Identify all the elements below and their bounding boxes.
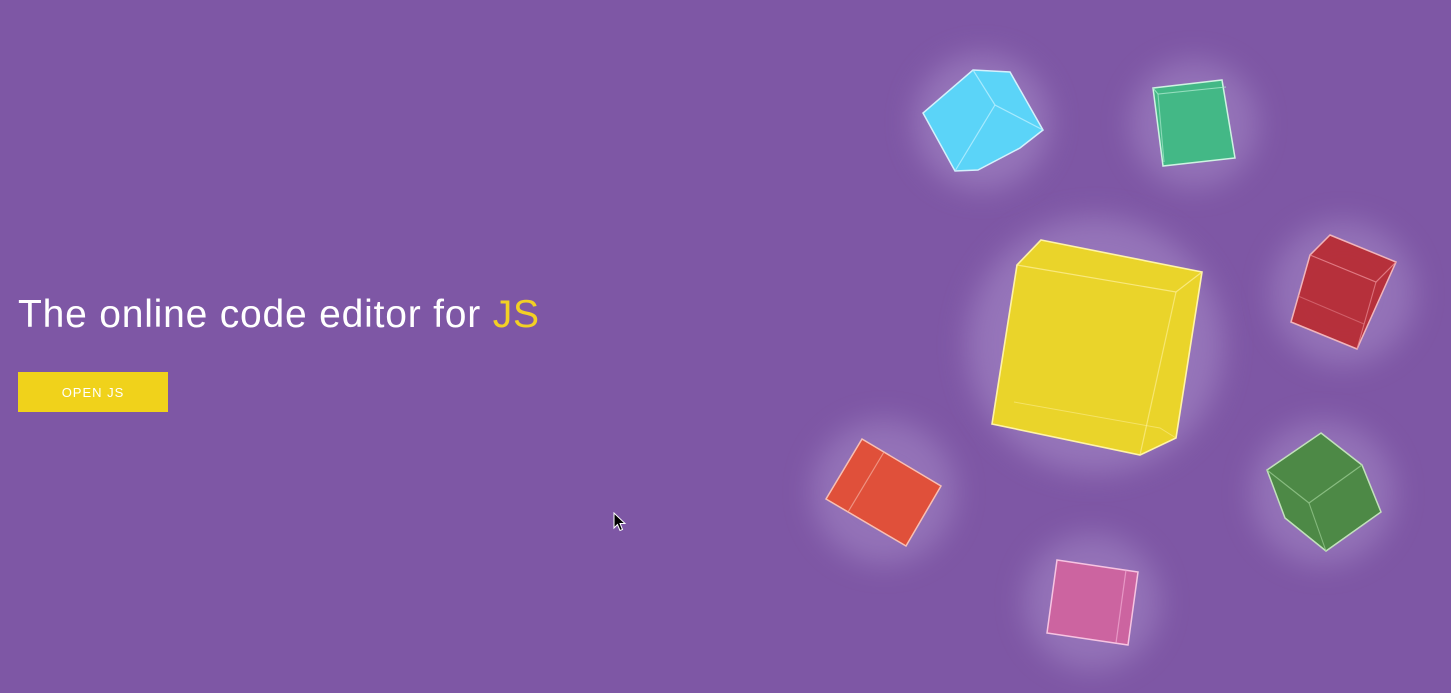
cubes-illustration [812,54,1415,670]
cube-orange [812,420,956,564]
mouse-cursor-icon [613,512,627,532]
cube-yellow [967,217,1223,473]
cube-cyan [914,54,1050,190]
cube-red [1271,221,1415,365]
cube-green [1251,421,1395,565]
cube-pink [1024,534,1160,670]
cube-teal [1130,60,1258,188]
